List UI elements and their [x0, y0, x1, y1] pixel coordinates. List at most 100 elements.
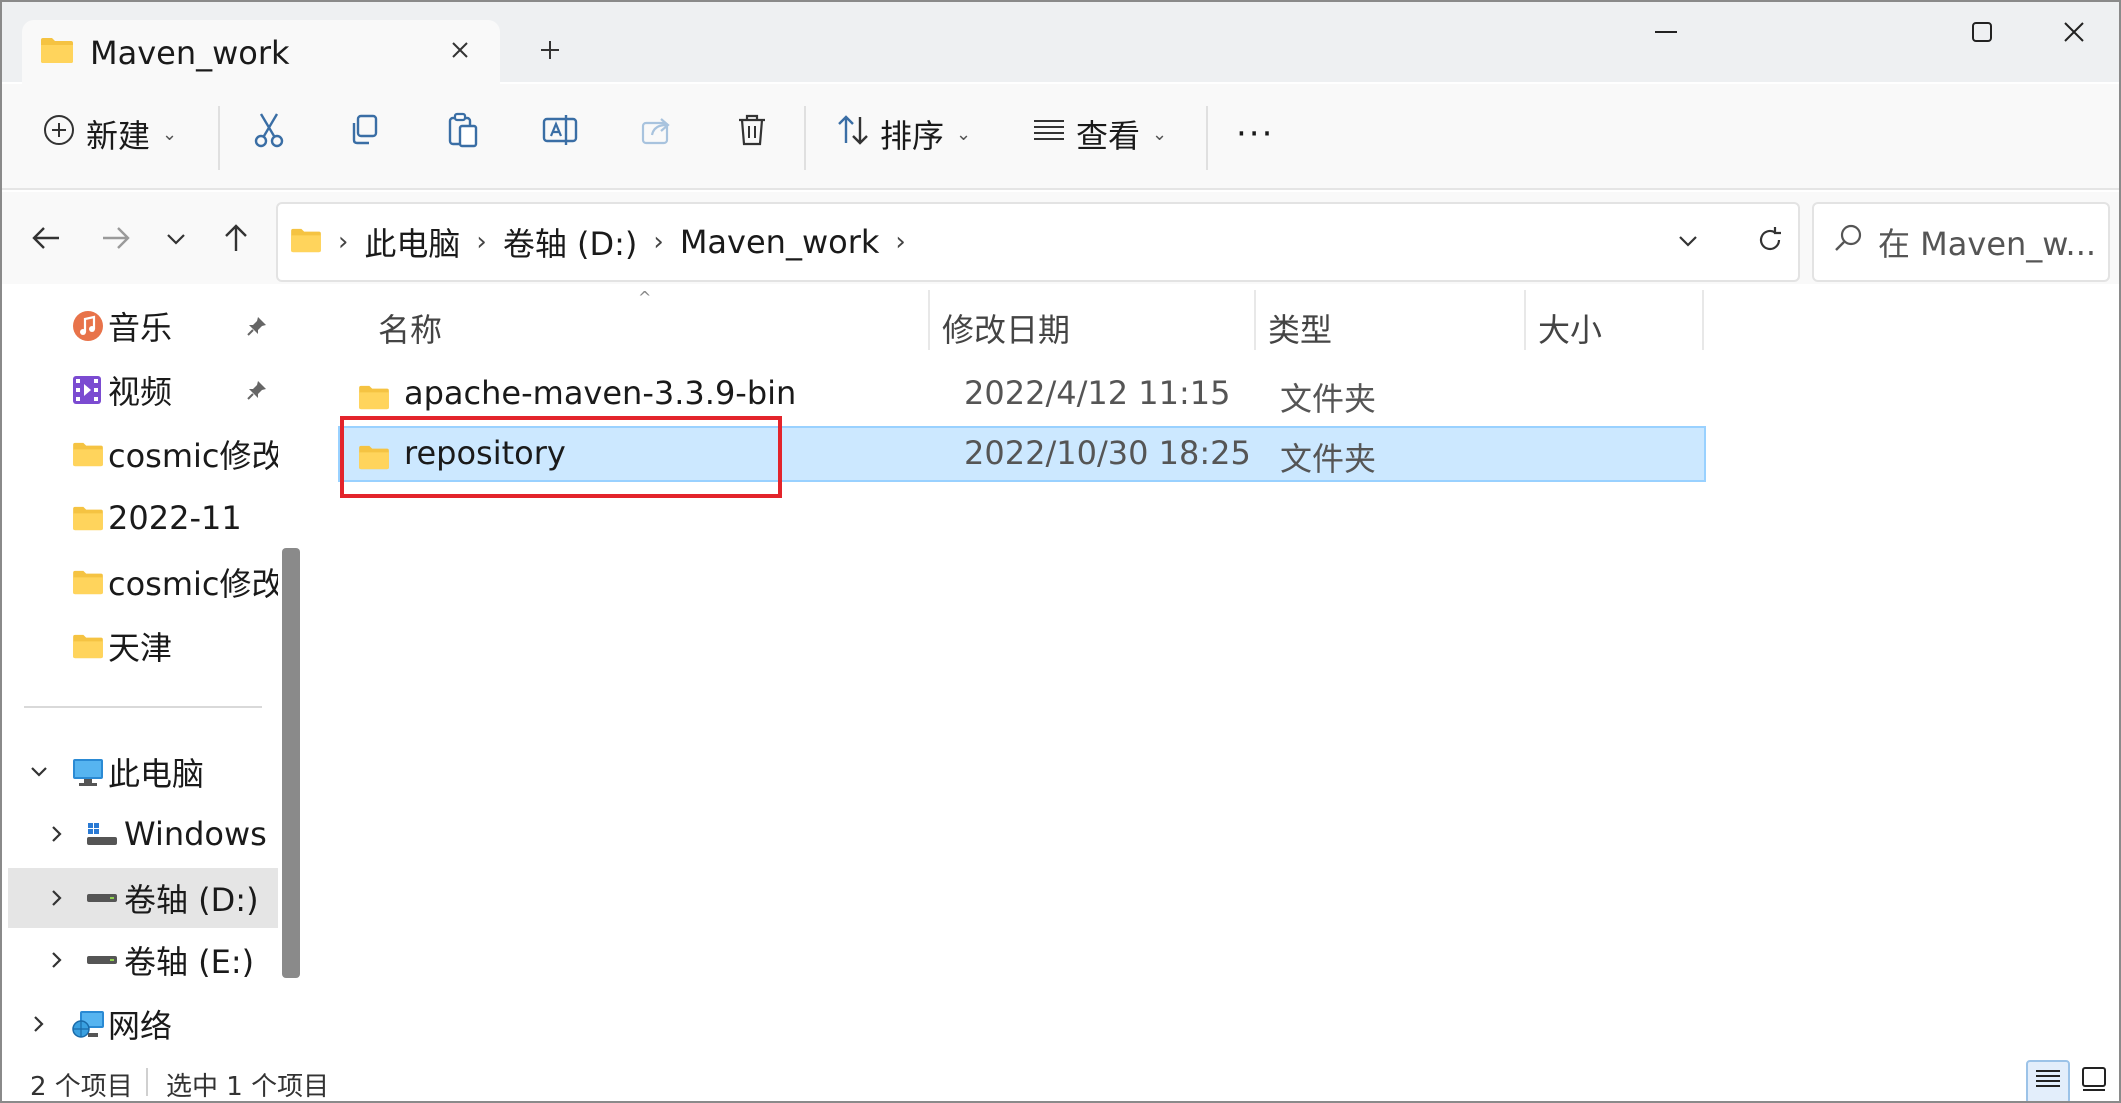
chevron-down-icon: ⌄: [1152, 123, 1168, 145]
chevron-right-icon[interactable]: ›: [653, 227, 663, 257]
column-header-size[interactable]: 大小: [1538, 296, 1602, 360]
nav-item-label: 卷轴 (D:): [124, 881, 259, 919]
column-header-type[interactable]: 类型: [1268, 296, 1332, 360]
status-divider: [146, 1068, 148, 1096]
nav-item-label: Windows: [124, 815, 267, 853]
nav-item-2022-11[interactable]: 2022-11: [2, 488, 278, 548]
chevron-down-icon: [165, 231, 187, 250]
rename-icon: [542, 113, 578, 155]
video-icon: [72, 375, 102, 405]
chevron-right-icon[interactable]: ›: [476, 227, 486, 257]
folder-icon: [290, 223, 322, 261]
column-divider[interactable]: [1524, 290, 1526, 350]
pin-icon[interactable]: [246, 371, 268, 409]
folder-icon: [40, 36, 74, 68]
copy-button[interactable]: [348, 104, 382, 164]
share-button[interactable]: [640, 104, 674, 164]
back-button[interactable]: [22, 216, 70, 264]
new-tab-button[interactable]: [532, 32, 568, 68]
folder-icon: [72, 505, 104, 531]
breadcrumb-maven-work[interactable]: Maven_work: [680, 223, 880, 261]
address-bar[interactable]: › 此电脑 › 卷轴 (D:) › Maven_work ›: [276, 202, 1800, 282]
nav-item-cosmic-2[interactable]: cosmic修改: [2, 552, 278, 612]
forward-button[interactable]: [92, 216, 140, 264]
file-type: 文件夹: [1280, 380, 1377, 418]
new-button-label: 新建: [86, 117, 151, 155]
copy-icon: [348, 113, 382, 155]
column-divider[interactable]: [1702, 290, 1704, 350]
nav-item-cosmic-1[interactable]: cosmic修改: [2, 424, 278, 484]
folder-icon: [72, 633, 104, 659]
new-button[interactable]: 新建 ⌄: [42, 104, 177, 164]
chevron-right-icon[interactable]: [42, 824, 72, 844]
breadcrumb-drive-d[interactable]: 卷轴 (D:): [503, 219, 638, 265]
tab-title: Maven_work: [90, 34, 290, 72]
sort-icon: [836, 113, 870, 155]
address-history-dropdown[interactable]: [1668, 222, 1708, 262]
refresh-button[interactable]: [1750, 222, 1790, 262]
windows-drive-icon: [86, 821, 118, 847]
chevron-right-icon[interactable]: [42, 950, 72, 970]
column-divider[interactable]: [1254, 290, 1256, 350]
sort-button[interactable]: 排序 ⌄: [836, 104, 971, 164]
close-tab-icon[interactable]: [442, 32, 478, 68]
nav-item-video[interactable]: 视频: [2, 360, 278, 420]
network-icon: [72, 1009, 106, 1039]
item-count: 2 个项目: [30, 1072, 133, 1102]
nav-item-label: 音乐: [108, 309, 173, 347]
arrow-right-icon: [101, 225, 131, 255]
share-icon: [640, 113, 674, 155]
toolbar-divider: [1206, 106, 1208, 170]
paste-button[interactable]: [446, 104, 480, 164]
close-window-button[interactable]: [2028, 2, 2119, 62]
highlight-box: [340, 416, 782, 498]
up-button[interactable]: [212, 216, 260, 264]
chevron-right-icon[interactable]: [24, 1014, 54, 1034]
column-header-name[interactable]: 名称: [378, 296, 442, 360]
breadcrumb-this-pc[interactable]: 此电脑: [364, 219, 460, 265]
address-row: › 此电脑 › 卷轴 (D:) › Maven_work › 在 Maven_w…: [2, 192, 2119, 284]
nav-item-windows-drive[interactable]: Windows: [2, 804, 278, 864]
chevron-right-icon[interactable]: [42, 888, 72, 908]
delete-button[interactable]: [736, 104, 768, 164]
recent-locations-button[interactable]: [152, 216, 200, 264]
column-divider[interactable]: [928, 290, 930, 350]
chevron-right-icon: ›: [338, 227, 349, 257]
minimize-button[interactable]: [1620, 2, 1712, 62]
tiles-view-icon: [2080, 1066, 2108, 1099]
navigation-pane: 音乐 视频 cosmic修改 2022-11 cosmic修改 天津 此电脑 W…: [2, 286, 306, 1056]
plus-circle-icon: [42, 113, 76, 155]
column-header-modified[interactable]: 修改日期: [942, 296, 1070, 360]
folder-icon: [72, 569, 104, 595]
nav-item-this-pc[interactable]: 此电脑: [2, 742, 278, 802]
folder-icon: [72, 441, 104, 467]
chevron-down-icon: ⌄: [956, 123, 972, 145]
drive-icon: [86, 891, 118, 905]
computer-icon: [72, 757, 104, 787]
rename-button[interactable]: [542, 104, 578, 164]
more-options-button[interactable]: ···: [1236, 104, 1274, 164]
search-placeholder: 在 Maven_w...: [1878, 225, 2097, 263]
nav-item-tianjin[interactable]: 天津: [2, 616, 278, 676]
chevron-down-icon[interactable]: [24, 765, 54, 779]
maximize-button[interactable]: [1936, 2, 2028, 62]
nav-divider: [24, 706, 262, 708]
search-input[interactable]: 在 Maven_w...: [1812, 202, 2110, 282]
clipboard-icon: [446, 112, 480, 156]
sort-caret-up-icon: ^: [638, 288, 652, 307]
nav-item-network[interactable]: 网络: [2, 994, 278, 1054]
more-icon: ···: [1236, 114, 1275, 154]
nav-item-music[interactable]: 音乐: [2, 296, 278, 356]
table-row[interactable]: apache-maven-3.3.9-bin 2022/4/12 11:15 文…: [338, 366, 1706, 422]
cut-button[interactable]: [252, 104, 286, 164]
tiles-view-button[interactable]: [2072, 1060, 2116, 1101]
tab-maven-work[interactable]: Maven_work: [22, 20, 500, 86]
nav-item-drive-e[interactable]: 卷轴 (E:): [2, 930, 278, 990]
chevron-right-icon[interactable]: ›: [895, 227, 905, 257]
view-button-label: 查看: [1076, 117, 1141, 155]
nav-pane-scrollbar[interactable]: [282, 548, 300, 978]
pin-icon[interactable]: [246, 307, 268, 345]
nav-item-drive-d[interactable]: 卷轴 (D:): [8, 868, 278, 928]
view-button[interactable]: 查看 ⌄: [1032, 104, 1167, 164]
details-view-button[interactable]: [2026, 1060, 2070, 1101]
